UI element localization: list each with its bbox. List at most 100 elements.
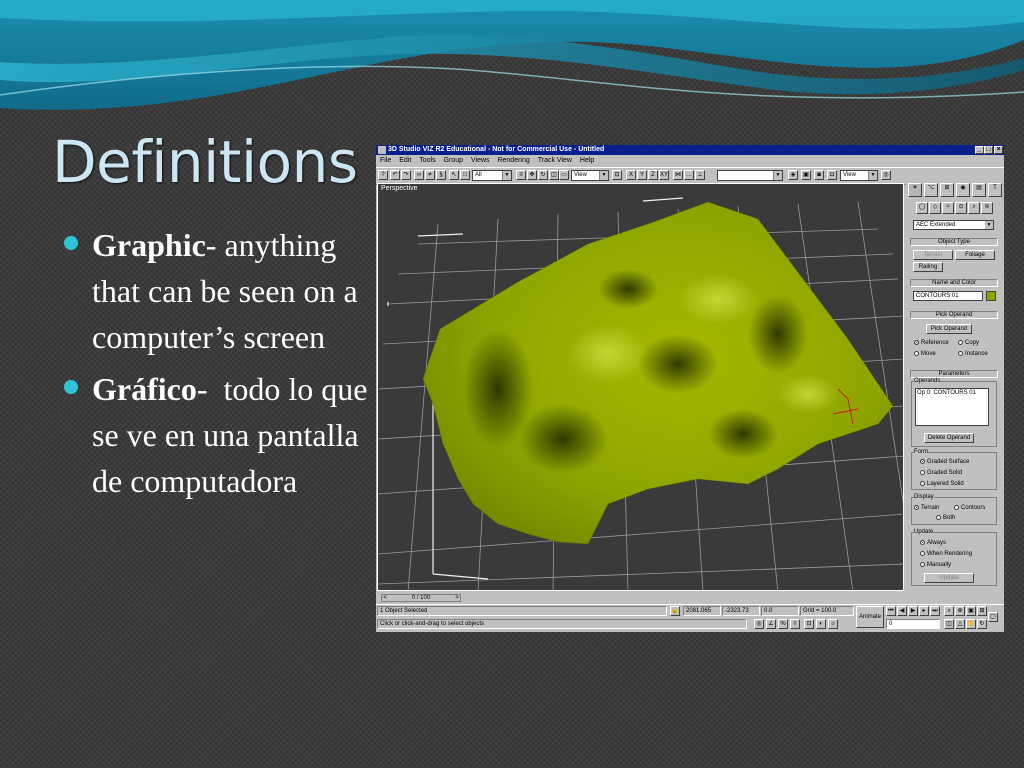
material-editor-icon[interactable]: ◈ bbox=[788, 170, 798, 180]
menu-tools[interactable]: Tools bbox=[419, 157, 435, 164]
minimize-button[interactable]: _ bbox=[975, 146, 984, 154]
menu-file[interactable]: File bbox=[380, 157, 391, 164]
utilities-tab-icon[interactable]: T bbox=[988, 183, 1002, 197]
menu-views[interactable]: Views bbox=[471, 157, 490, 164]
render-type-dropdown[interactable]: View ▼ bbox=[840, 170, 878, 181]
graded-surface-radio[interactable]: Graded Surface bbox=[920, 458, 969, 466]
mirror-icon[interactable]: ⋈ bbox=[673, 170, 683, 180]
both-radio[interactable]: Both bbox=[936, 514, 955, 522]
menu-edit[interactable]: Edit bbox=[399, 157, 411, 164]
go-to-end-icon[interactable]: ⏭ bbox=[930, 606, 940, 616]
time-slider[interactable]: < 0 / 100 > bbox=[381, 594, 461, 602]
hierarchy-tab-icon[interactable]: ⊞ bbox=[940, 183, 954, 197]
maximize-button[interactable]: □ bbox=[984, 146, 993, 154]
animate-button[interactable]: Animate bbox=[856, 606, 884, 628]
copy-radio[interactable]: Copy bbox=[958, 339, 979, 347]
menu-rendering[interactable]: Rendering bbox=[497, 157, 529, 164]
play-icon[interactable]: ▶ bbox=[908, 606, 918, 616]
update-button[interactable]: Update bbox=[924, 573, 974, 583]
perspective-viewport[interactable]: Perspective bbox=[377, 183, 904, 591]
menu-group[interactable]: Group bbox=[444, 157, 463, 164]
current-frame-field[interactable]: 0 bbox=[886, 619, 940, 629]
degradation-icon[interactable]: ◐ bbox=[816, 619, 826, 629]
min-max-toggle-icon[interactable]: ▢ bbox=[988, 612, 998, 622]
snap-toggle-icon[interactable]: ◎ bbox=[754, 619, 764, 629]
region-zoom-icon[interactable]: ◫ bbox=[944, 619, 954, 629]
redo-icon[interactable]: ↷ bbox=[401, 170, 411, 180]
display-tab-icon[interactable]: ▤ bbox=[972, 183, 986, 197]
rollout-pick-operand[interactable]: Pick Operand bbox=[910, 311, 998, 319]
list-item[interactable]: Op 0: CONTOURS 01 bbox=[917, 390, 987, 396]
zoom-extents-all-icon[interactable]: ⊞ bbox=[977, 606, 987, 616]
operands-list[interactable]: Op 0: CONTOURS 01 bbox=[915, 388, 989, 426]
rollout-name-color[interactable]: Name and Color bbox=[910, 279, 998, 287]
move-icon[interactable]: ✥ bbox=[527, 170, 537, 180]
reference-coordinate-dropdown[interactable]: View ▼ bbox=[571, 170, 609, 181]
bind-icon[interactable]: § bbox=[436, 170, 446, 180]
arc-rotate-icon[interactable]: ↻ bbox=[977, 619, 987, 629]
menu-help[interactable]: Help bbox=[580, 157, 594, 164]
move-radio[interactable]: Move bbox=[914, 350, 936, 358]
named-selection-dropdown[interactable]: ▼ bbox=[717, 170, 783, 181]
field-of-view-icon[interactable]: △ bbox=[955, 619, 965, 629]
axis-xy-button[interactable]: XY bbox=[659, 170, 669, 180]
spacewarps-icon[interactable]: ≋ bbox=[981, 202, 993, 214]
shapes-icon[interactable]: ◇ bbox=[929, 202, 941, 214]
selection-filter-dropdown[interactable]: All ▼ bbox=[472, 170, 512, 181]
unlink-icon[interactable]: ≠ bbox=[425, 170, 435, 180]
terrain-button[interactable]: Terrain bbox=[913, 250, 953, 260]
geometry-icon[interactable]: ◯ bbox=[916, 202, 928, 214]
window-crossing-icon[interactable]: ⊡ bbox=[804, 619, 814, 629]
layered-solid-radio[interactable]: Layered Solid bbox=[920, 480, 964, 488]
select-region-icon[interactable]: □ bbox=[460, 170, 470, 180]
light-icon[interactable]: ☼ bbox=[828, 619, 838, 629]
object-name-field[interactable]: CONTOURS 01 bbox=[913, 291, 983, 301]
axis-y-button[interactable]: Y bbox=[637, 170, 647, 180]
percent-snap-icon[interactable]: % bbox=[778, 619, 788, 629]
zoom-icon[interactable]: ⌕ bbox=[944, 606, 954, 616]
render-last-icon[interactable]: ◘ bbox=[827, 170, 837, 180]
manually-radio[interactable]: Manually bbox=[920, 561, 951, 569]
category-dropdown[interactable]: AEC Extended ▼ bbox=[913, 220, 994, 230]
link-icon[interactable]: ∞ bbox=[414, 170, 424, 180]
foliage-button[interactable]: Foliage bbox=[955, 250, 995, 260]
previous-frame-icon[interactable]: ◀ bbox=[897, 606, 907, 616]
railing-button[interactable]: Railing bbox=[913, 262, 943, 272]
help-icon[interactable]: ? bbox=[378, 170, 388, 180]
modify-tab-icon[interactable]: ⌥ bbox=[924, 183, 938, 197]
zoom-all-icon[interactable]: ⊕ bbox=[955, 606, 965, 616]
cameras-icon[interactable]: ⊙ bbox=[955, 202, 967, 214]
lock-selection-icon[interactable]: 🔒 bbox=[670, 606, 680, 616]
object-color-swatch[interactable] bbox=[986, 291, 996, 301]
terrain-display-radio[interactable]: Terrain bbox=[914, 504, 939, 512]
angle-snap-icon[interactable]: ∠ bbox=[766, 619, 776, 629]
axis-x-button[interactable]: X bbox=[626, 170, 636, 180]
spinner-snap-icon[interactable]: ◊ bbox=[790, 619, 800, 629]
helpers-icon[interactable]: ⌕ bbox=[968, 202, 980, 214]
menu-track-view[interactable]: Track View bbox=[538, 157, 572, 164]
align-icon[interactable]: ⊥ bbox=[695, 170, 705, 180]
lights-icon[interactable]: ✧ bbox=[942, 202, 954, 214]
render-region-icon[interactable]: ◎ bbox=[881, 170, 891, 180]
pivot-icon[interactable]: ⊡ bbox=[612, 170, 622, 180]
axis-z-button[interactable]: Z bbox=[648, 170, 658, 180]
rotate-icon[interactable]: ↻ bbox=[538, 170, 548, 180]
array-icon[interactable]: … bbox=[684, 170, 694, 180]
reference-radio[interactable]: Reference bbox=[914, 339, 949, 347]
render-scene-icon[interactable]: ▣ bbox=[801, 170, 811, 180]
close-button[interactable]: × bbox=[994, 146, 1003, 154]
next-frame-icon[interactable]: ▸ bbox=[919, 606, 929, 616]
undo-icon[interactable]: ↶ bbox=[390, 170, 400, 180]
select-arrow-icon[interactable]: ↖ bbox=[449, 170, 459, 180]
instance-radio[interactable]: Instance bbox=[958, 350, 988, 358]
squash-icon[interactable]: ▭ bbox=[559, 170, 569, 180]
scale-icon[interactable]: ◫ bbox=[549, 170, 559, 180]
contours-radio[interactable]: Contours bbox=[954, 504, 985, 512]
pan-icon[interactable]: ✋ bbox=[966, 619, 976, 629]
select-by-name-icon[interactable]: ≡ bbox=[516, 170, 526, 180]
quick-render-icon[interactable]: ◙ bbox=[814, 170, 824, 180]
go-to-start-icon[interactable]: ⏮ bbox=[886, 606, 896, 616]
rollout-object-type[interactable]: Object Type bbox=[910, 238, 998, 246]
create-tab-icon[interactable]: ✶ bbox=[908, 183, 922, 197]
pick-operand-button[interactable]: Pick Operand bbox=[926, 324, 972, 334]
